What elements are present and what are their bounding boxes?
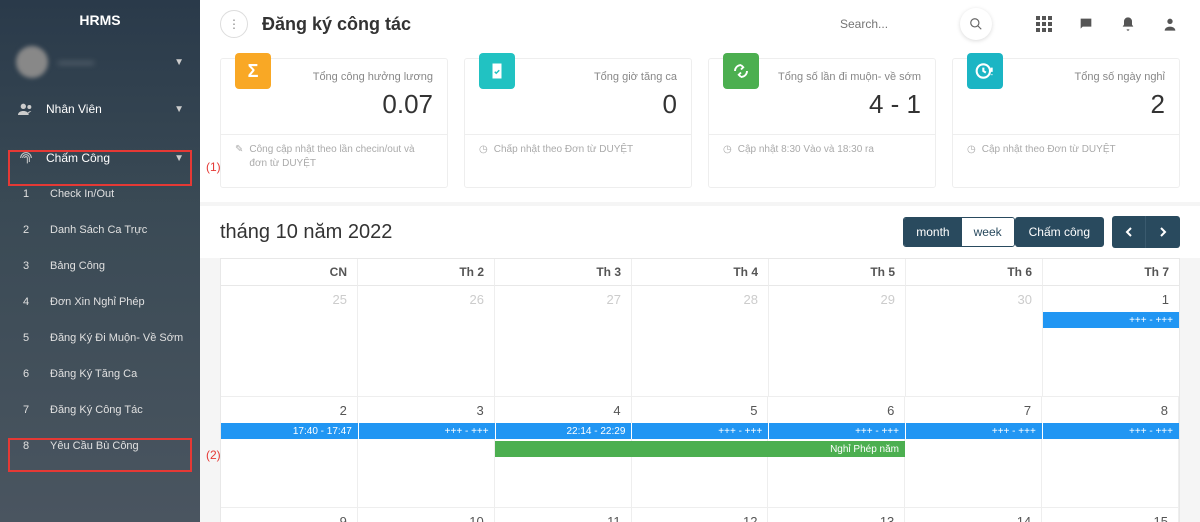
stats-row: Σ Tổng công hưởng lương 0.07 ✎Công cập n… [200, 52, 1200, 202]
search-input[interactable] [840, 17, 960, 31]
day-cell[interactable]: 25 [221, 286, 358, 396]
sidebar-item-employees[interactable]: Nhân Viên ▼ [0, 92, 200, 126]
clock-icon: ◷ [723, 143, 732, 157]
dow-row: CN Th 2 Th 3 Th 4 Th 5 Th 6 Th 7 [221, 259, 1179, 286]
event-bar[interactable]: +++ - +++ [1042, 423, 1179, 439]
dow-cell: Th 7 [1043, 259, 1179, 286]
nav-label: Chấm Công [46, 151, 174, 165]
dow-cell: Th 5 [769, 259, 906, 286]
dow-cell: Th 3 [495, 259, 632, 286]
event-bar[interactable]: +++ - +++ [905, 423, 1042, 439]
sidebar-sub-businesstrip[interactable]: 7Đăng Ký Công Tác [0, 392, 200, 428]
avatar [16, 46, 48, 78]
search-icon [969, 17, 983, 31]
view-month-button[interactable]: month [904, 218, 961, 246]
sidebar-item-attendance[interactable]: Chấm Công ▼ [0, 140, 200, 176]
attendance-button[interactable]: Chấm công [1015, 217, 1104, 247]
page-title: Đăng ký công tác [262, 14, 840, 35]
event-bar[interactable]: +++ - +++ [358, 423, 495, 439]
hint-2: (2) [206, 448, 221, 462]
week-row: 2 3 4 5 6 7 8 17:40 - 17:47 +++ - +++ 22… [221, 397, 1179, 508]
dow-cell: CN [221, 259, 358, 286]
sidebar-sub-shiftlist[interactable]: 2Danh Sách Ca Trực [0, 212, 200, 248]
more-menu-button[interactable]: ⋮ [220, 10, 248, 38]
sync-icon [723, 53, 759, 89]
chevron-down-icon: ▼ [174, 153, 184, 164]
calendar-nav [1112, 216, 1180, 248]
sidebar-sub-lateearly[interactable]: 5Đăng Ký Đi Muộn- Về Sớm [0, 320, 200, 356]
day-cell[interactable]: 14 [905, 508, 1042, 522]
nav-label: Nhân Viên [46, 102, 174, 116]
hint-1: (1) [206, 160, 221, 174]
sidebar-sub-leave[interactable]: 4Đơn Xin Nghỉ Phép [0, 284, 200, 320]
sidebar-sub-checkinout[interactable]: 1Check In/Out [0, 176, 200, 212]
sigma-icon: Σ [235, 53, 271, 89]
users-icon [16, 103, 36, 115]
chevron-left-icon [1124, 227, 1134, 237]
calendar-title: tháng 10 năm 2022 [220, 221, 903, 244]
day-cell[interactable]: 8 [1042, 397, 1179, 507]
brand-title: HRMS [0, 0, 200, 36]
chat-icon[interactable] [1076, 14, 1096, 34]
main-area: ⋮ Đăng ký công tác Σ Tổng công hưởng lươ… [200, 0, 1200, 522]
day-cell[interactable]: 30 [906, 286, 1043, 396]
fingerprint-icon [16, 150, 36, 166]
clock-alert-icon [967, 53, 1003, 89]
event-bar-leave[interactable]: Nghỉ Phép năm [495, 441, 905, 457]
day-cell[interactable]: 10 [358, 508, 495, 522]
file-check-icon [479, 53, 515, 89]
day-cell[interactable]: 13 [768, 508, 905, 522]
profile-icon[interactable] [1160, 14, 1180, 34]
stat-card-late: Tổng số lần đi muộn- về sớm 4 - 1 ◷Cập n… [708, 58, 936, 188]
sidebar-sub-compensate[interactable]: 8Yêu Cầu Bù Công [0, 428, 200, 464]
day-cell[interactable]: 28 [632, 286, 769, 396]
day-cell[interactable]: 7 [905, 397, 1042, 507]
day-cell[interactable]: 11 [495, 508, 632, 522]
day-cell[interactable]: 29 [769, 286, 906, 396]
event-bar[interactable]: 17:40 - 17:47 [221, 423, 358, 439]
day-cell[interactable]: 27 [495, 286, 632, 396]
day-cell[interactable]: 1 +++ - +++ [1043, 286, 1179, 396]
bell-icon[interactable] [1118, 14, 1138, 34]
day-cell[interactable]: 26 [358, 286, 495, 396]
sidebar-sub-overtime[interactable]: 6Đăng Ký Tăng Ca [0, 356, 200, 392]
week-row: 9 10 11 12 13 14 15 [221, 508, 1179, 522]
event-bar[interactable]: +++ - +++ [768, 423, 905, 439]
user-name: ——— [58, 55, 174, 69]
clock-icon: ◷ [967, 143, 976, 157]
day-cell[interactable]: 2 [221, 397, 358, 507]
user-menu[interactable]: ——— ▼ [0, 36, 200, 92]
next-button[interactable] [1146, 216, 1180, 248]
day-cell[interactable]: 12 [632, 508, 769, 522]
calendar-toolbar: tháng 10 năm 2022 month week Chấm công [200, 206, 1200, 258]
dow-cell: Th 6 [906, 259, 1043, 286]
day-cell[interactable]: 3 [358, 397, 495, 507]
sidebar-sub-timesheet[interactable]: 3Bảng Công [0, 248, 200, 284]
event-bar[interactable]: +++ - +++ [631, 423, 768, 439]
day-cell[interactable]: 15 [1042, 508, 1179, 522]
stat-card-salary: Σ Tổng công hưởng lương 0.07 ✎Công cập n… [220, 58, 448, 188]
dow-cell: Th 4 [632, 259, 769, 286]
day-cell[interactable]: 9 [221, 508, 358, 522]
calendar-grid: CN Th 2 Th 3 Th 4 Th 5 Th 6 Th 7 25 26 2… [220, 258, 1180, 522]
clock-icon: ◷ [479, 143, 488, 157]
chevron-down-icon: ▼ [174, 57, 184, 68]
chevron-down-icon: ▼ [174, 104, 184, 115]
stat-card-overtime: Tổng giờ tăng ca 0 ◷Chấp nhật theo Đơn t… [464, 58, 692, 188]
search-wrap [840, 8, 992, 40]
sidebar: HRMS ——— ▼ Nhân Viên ▼ Chấm Công ▼ 1Chec… [0, 0, 200, 522]
stat-card-daysoff: Tổng số ngày nghỉ 2 ◷Cập nhật theo Đơn t… [952, 58, 1180, 188]
prev-button[interactable] [1112, 216, 1146, 248]
event-bar[interactable]: +++ - +++ [1043, 312, 1179, 328]
apps-icon[interactable] [1034, 14, 1054, 34]
chevron-right-icon [1158, 227, 1168, 237]
view-switcher: month week [903, 217, 1014, 247]
event-bar[interactable]: 22:14 - 22:29 [495, 423, 632, 439]
dow-cell: Th 2 [358, 259, 495, 286]
week-row: 25 26 27 28 29 30 1 +++ - +++ [221, 286, 1179, 397]
topbar: ⋮ Đăng ký công tác [200, 0, 1200, 52]
edit-icon: ✎ [235, 143, 243, 157]
view-week-button[interactable]: week [962, 218, 1014, 246]
search-button[interactable] [960, 8, 992, 40]
